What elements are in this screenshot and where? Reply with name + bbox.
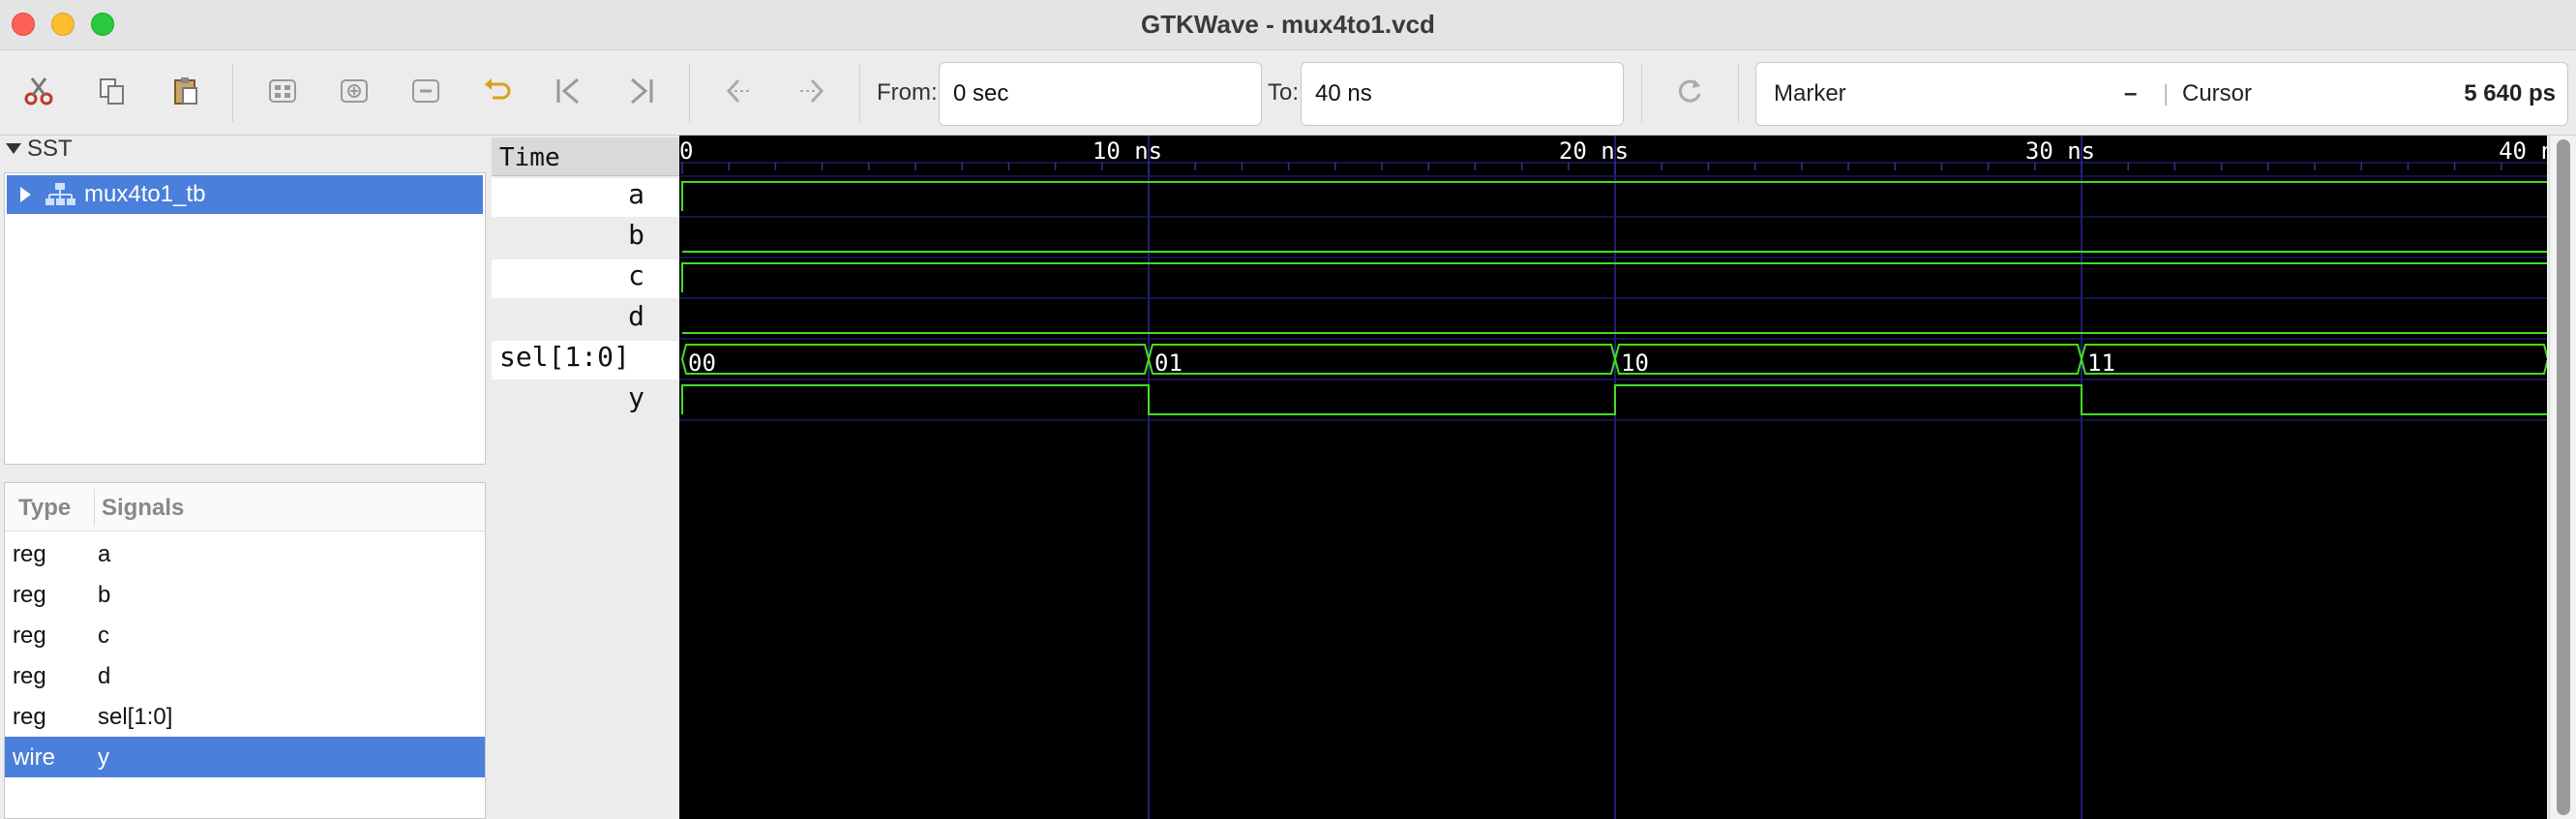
title-bar: GTKWave - mux4to1.vcd <box>0 0 2576 50</box>
zoom-in-icon[interactable] <box>333 70 375 112</box>
waveform-canvas[interactable]: 0 10 ns 20 ns 30 ns 40 n 00 01 10 11 <box>679 136 2547 819</box>
waveform-area[interactable]: 0 10 ns 20 ns 30 ns 40 n 00 01 10 11 <box>679 136 2547 819</box>
cursor-value: 5 640 ps <box>2464 80 2556 106</box>
time-tick-label: 20 ns <box>1559 137 1629 165</box>
expanded-triangle-icon <box>6 143 21 154</box>
from-label: From: <box>877 79 938 106</box>
marker-value: – <box>2124 80 2138 106</box>
module-hierarchy-icon <box>45 183 75 205</box>
marker-cursor-display: Marker – | Cursor 5 640 ps <box>1755 62 2568 126</box>
time-tick-label: 10 ns <box>1093 137 1162 165</box>
signal-type: reg <box>13 541 46 567</box>
type-column-header[interactable]: Type <box>18 495 71 522</box>
signal-type: reg <box>13 704 46 730</box>
from-time-input[interactable]: 0 sec <box>939 62 1262 126</box>
trace-name-c[interactable]: c <box>628 259 644 291</box>
bus-segment <box>680 344 1151 375</box>
signal-row-y[interactable]: wire y <box>5 737 485 777</box>
signal-type: reg <box>13 663 46 689</box>
undo-zoom-icon[interactable] <box>476 70 519 112</box>
next-edge-icon[interactable] <box>790 70 832 112</box>
signal-row-d[interactable]: reg d <box>5 655 485 696</box>
scrollbar-thumb[interactable] <box>2557 139 2570 815</box>
tree-item-label: mux4to1_tb <box>84 181 206 207</box>
time-tick-label: 40 n <box>2499 137 2547 165</box>
vertical-scrollbar[interactable] <box>2549 136 2576 819</box>
bus-value-label: 00 <box>688 349 716 377</box>
marker-cursor-divider: | <box>2163 80 2170 106</box>
to-label: To: <box>1268 79 1300 106</box>
signal-type: reg <box>13 582 46 608</box>
zoom-out-icon[interactable] <box>404 70 447 112</box>
go-start-icon[interactable] <box>548 70 590 112</box>
signal-name: d <box>98 663 111 689</box>
signal-name: b <box>98 582 111 608</box>
signals-list-header: Type Signals <box>5 483 485 531</box>
signal-type: wire <box>13 744 56 771</box>
signal-name: y <box>98 744 109 771</box>
bus-value-label: 01 <box>1154 349 1183 377</box>
tree-item-mux4to1-tb[interactable]: mux4to1_tb <box>7 175 483 214</box>
sst-header[interactable]: SST <box>0 136 492 165</box>
trace-name-a[interactable]: a <box>628 178 644 210</box>
zoom-fit-icon[interactable] <box>261 70 304 112</box>
signal-row-sel[interactable]: reg sel[1:0] <box>5 696 485 737</box>
sst-title: SST <box>27 136 73 162</box>
go-end-icon[interactable] <box>619 70 662 112</box>
cursor-label: Cursor <box>2182 80 2253 106</box>
window-title: GTKWave - mux4to1.vcd <box>1141 10 1435 39</box>
time-tick-label: 30 ns <box>2025 137 2095 165</box>
reload-icon[interactable] <box>1668 70 1711 112</box>
signal-row-a[interactable]: reg a <box>5 533 485 574</box>
trace-name-sel[interactable]: sel[1:0] <box>499 341 630 373</box>
signals-column-header[interactable]: Signals <box>102 495 184 522</box>
bus-segment <box>2080 344 2547 375</box>
signal-name: c <box>98 622 109 649</box>
collapsed-triangle-icon[interactable] <box>20 187 32 202</box>
to-time-input[interactable]: 40 ns <box>1301 62 1624 126</box>
signal-row-c[interactable]: reg c <box>5 615 485 655</box>
trace-waveform-y <box>681 384 2547 415</box>
bus-value-label: 11 <box>2087 349 2115 377</box>
marker-label: Marker <box>1774 80 1846 106</box>
trace-names-column: Time a b c d sel[1:0] y <box>492 136 679 819</box>
trace-name-b[interactable]: b <box>628 219 644 251</box>
toolbar: From: 0 sec To: 40 ns Marker – | Cursor … <box>0 50 2576 136</box>
prev-edge-icon[interactable] <box>718 70 761 112</box>
bus-segment <box>1147 344 1617 375</box>
signal-row-b[interactable]: reg b <box>5 574 485 615</box>
signals-list: Type Signals reg a reg b reg c reg d reg… <box>4 482 486 819</box>
time-tick-label: 0 <box>679 137 693 165</box>
signal-name: sel[1:0] <box>98 704 173 730</box>
cut-icon[interactable] <box>17 70 60 112</box>
paste-icon[interactable] <box>165 70 207 112</box>
signal-name: a <box>98 541 111 567</box>
bus-value-label: 10 <box>1621 349 1649 377</box>
copy-icon[interactable] <box>91 70 134 112</box>
trace-name-d[interactable]: d <box>628 300 644 332</box>
signal-type: reg <box>13 622 46 649</box>
time-header: Time <box>492 137 679 176</box>
trace-name-y[interactable]: y <box>628 381 644 413</box>
sst-tree: mux4to1_tb <box>4 172 486 465</box>
bus-segment <box>1613 344 2083 375</box>
